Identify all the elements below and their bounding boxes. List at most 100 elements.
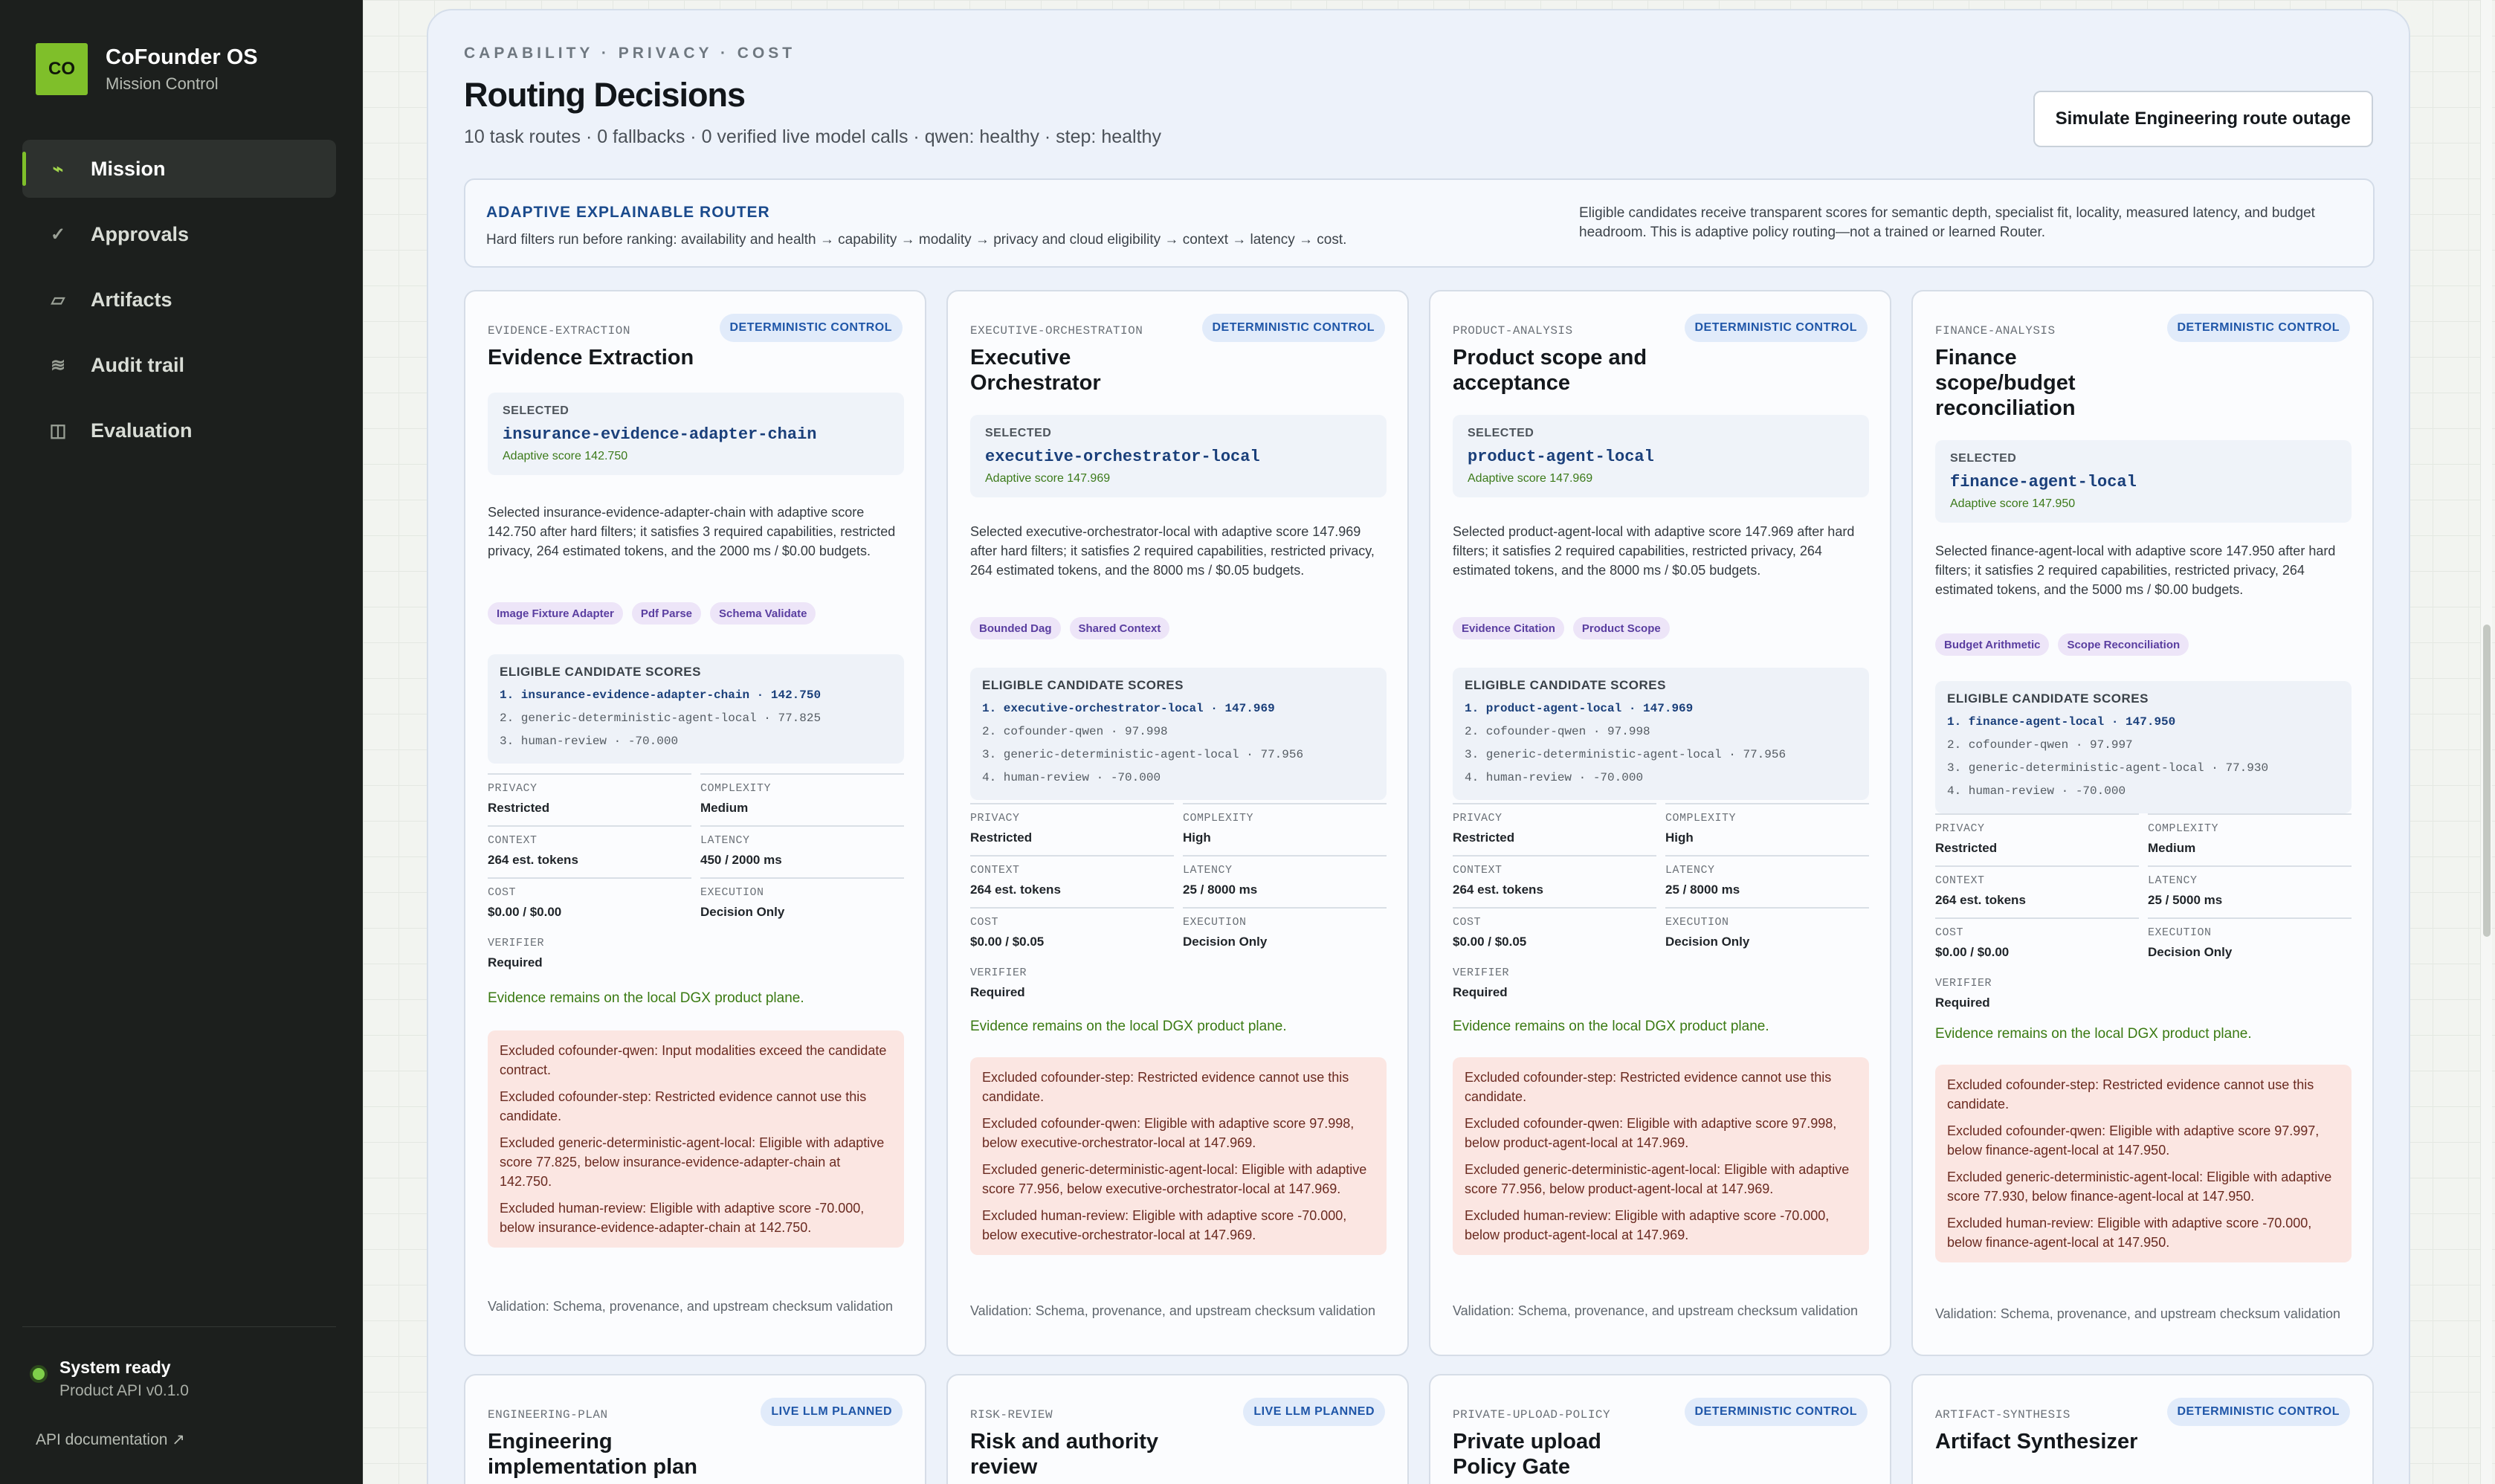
metric-key: LATENCY: [1665, 864, 1715, 877]
excluded-row: Excluded cofounder-qwen: Input modalitie…: [500, 1043, 887, 1077]
sidebar-item-approvals[interactable]: ✓ Approvals: [22, 205, 336, 263]
card-title: Private upload Policy Gate: [1453, 1430, 1601, 1479]
metric-verifier: Required: [488, 955, 543, 970]
brand-subtitle: Mission Control: [106, 74, 219, 93]
metric-key: PRIVACY: [488, 782, 538, 795]
metric-key: VERIFIER: [1453, 967, 1510, 979]
excluded-candidates: Excluded cofounder-step: Restricted evid…: [1453, 1057, 1869, 1255]
control-badge: DETERMINISTIC CONTROL: [2166, 314, 2350, 342]
excluded-row: Excluded human-review: Eligible with ada…: [500, 1201, 865, 1235]
route-card-risk-review: RISK-REVIEW LIVE LLM PLANNED Risk and au…: [946, 1374, 1409, 1484]
metric-key: COST: [488, 886, 517, 899]
capability-chip: Shared Context: [1069, 617, 1170, 639]
card-title: Artifact Synthesizer: [1935, 1430, 2138, 1454]
metric-cost: $0.00 / $0.00: [1935, 945, 2010, 959]
selected-box: SELECTED finance-agent-local Adaptive sc…: [1935, 440, 2352, 523]
eligible-row: 4. human-review · -70.000: [982, 771, 1161, 784]
metric-key: LATENCY: [700, 834, 750, 847]
control-badge: DETERMINISTIC CONTROL: [719, 314, 903, 342]
eligible-row: 3. generic-deterministic-agent-local · 7…: [1947, 761, 2269, 775]
metric-verifier: Required: [970, 985, 1025, 999]
eligible-row: 1. finance-agent-local · 147.950: [1947, 715, 2176, 729]
panel-eyebrow: CAPABILITY · PRIVACY · COST: [464, 45, 796, 62]
capability-chip: Budget Arithmetic: [1935, 633, 2050, 656]
selected-label: SELECTED: [1950, 452, 2017, 465]
metric-latency: 25 / 8000 ms: [1665, 883, 1740, 897]
card-title: Executive Orchestrator: [970, 346, 1101, 395]
eligible-row: 4. human-review · -70.000: [1465, 771, 1644, 784]
adaptive-router-text: Hard filters run before ranking: availab…: [486, 232, 1347, 248]
metric-key: CONTEXT: [488, 834, 538, 847]
eligible-scores: ELIGIBLE CANDIDATE SCORES 1. product-age…: [1453, 668, 1869, 800]
metric-key: LATENCY: [1183, 864, 1233, 877]
sidebar-item-label: Artifacts: [91, 288, 172, 311]
sidebar-item-audit-trail[interactable]: ≋ Audit trail: [22, 336, 336, 394]
selected-route: executive-orchestrator-local: [985, 448, 1260, 466]
control-badge: DETERMINISTIC CONTROL: [1684, 1398, 1868, 1426]
eligible-row: 1. insurance-evidence-adapter-chain · 14…: [500, 688, 822, 702]
artifact-icon: ▱: [51, 289, 65, 310]
adaptive-router-banner: ADAPTIVE EXPLAINABLE ROUTER Hard filters…: [464, 178, 2375, 268]
capability-chips: Budget Arithmetic Scope Reconciliation: [1935, 633, 2189, 656]
selected-box: SELECTED insurance-evidence-adapter-chai…: [488, 393, 904, 475]
route-description: Selected finance-agent-local with adapti…: [1935, 543, 2336, 597]
excluded-row: Excluded human-review: Eligible with ada…: [1465, 1208, 1830, 1242]
sidebar-item-label: Approvals: [91, 222, 190, 245]
sidebar-item-label: Audit trail: [91, 353, 184, 376]
sidebar-item-label: Evaluation: [91, 419, 193, 442]
privacy-note: Evidence remains on the local DGX produc…: [1935, 1026, 2252, 1042]
metric-key: COMPLEXITY: [700, 782, 772, 795]
selected-route: finance-agent-local: [1950, 473, 2137, 491]
sidebar-item-evaluation[interactable]: ◫ Evaluation: [22, 401, 336, 459]
metric-key: COST: [1935, 926, 1964, 939]
selected-box: SELECTED product-agent-local Adaptive sc…: [1453, 415, 1869, 497]
routing-decisions-panel: CAPABILITY · PRIVACY · COST Routing Deci…: [427, 9, 2410, 1484]
scrollbar[interactable]: [2480, 0, 2492, 1484]
excluded-row: Excluded cofounder-step: Restricted evid…: [982, 1070, 1349, 1104]
metric-complexity: High: [1665, 830, 1694, 845]
metric-key: COMPLEXITY: [2148, 822, 2219, 835]
task-id: EVIDENCE-EXTRACTION: [488, 324, 630, 338]
eligible-row: 2. cofounder-qwen · 97.998: [982, 725, 1168, 738]
eligible-scores: ELIGIBLE CANDIDATE SCORES 1. executive-o…: [970, 668, 1387, 800]
privacy-note: Evidence remains on the local DGX produc…: [488, 990, 804, 1006]
selected-label: SELECTED: [985, 427, 1052, 439]
sidebar-item-artifacts[interactable]: ▱ Artifacts: [22, 271, 336, 329]
route-metrics: PRIVACY Restricted COMPLEXITY High CONTEXT…: [970, 803, 1387, 1011]
metric-execution: Decision Only: [1665, 935, 1750, 949]
excluded-row: Excluded generic-deterministic-agent-loc…: [1947, 1170, 2332, 1204]
status-title: System ready: [59, 1358, 171, 1377]
validation-note: Validation: Schema, provenance, and upst…: [1935, 1306, 2340, 1321]
metric-verifier: Required: [1453, 985, 1508, 999]
scrollbar-thumb[interactable]: [2483, 625, 2491, 937]
eligible-label: ELIGIBLE CANDIDATE SCORES: [1947, 691, 2149, 706]
metric-key: PRIVACY: [1453, 812, 1503, 825]
metric-cost: $0.00 / $0.05: [970, 935, 1045, 949]
metric-key: CONTEXT: [1935, 874, 1985, 887]
excluded-row: Excluded cofounder-qwen: Eligible with a…: [982, 1116, 1355, 1150]
sidebar-divider: [22, 1326, 336, 1327]
sidebar-item-mission[interactable]: ⌁ Mission: [22, 140, 336, 198]
route-card-private-upload-policy: PRIVATE-UPLOAD-POLICY DETERMINISTIC CONT…: [1429, 1374, 1891, 1484]
capability-chip: Image Fixture Adapter: [488, 602, 623, 625]
metric-key: VERIFIER: [970, 967, 1027, 979]
control-badge: DETERMINISTIC CONTROL: [2166, 1398, 2350, 1426]
capability-chip: Scope Reconciliation: [2058, 633, 2189, 656]
eligible-label: ELIGIBLE CANDIDATE SCORES: [1465, 678, 1666, 692]
metric-complexity: High: [1183, 830, 1211, 845]
metric-privacy: Restricted: [970, 830, 1033, 845]
metric-verifier: Required: [1935, 996, 1990, 1010]
metric-execution: Decision Only: [2148, 945, 2233, 959]
adaptive-router-title: ADAPTIVE EXPLAINABLE ROUTER: [486, 204, 770, 221]
task-id: RISK-REVIEW: [970, 1408, 1053, 1422]
capability-chips: Bounded Dag Shared Context: [970, 617, 1170, 639]
metric-key: PRIVACY: [1935, 822, 1985, 835]
eligible-row: 3. generic-deterministic-agent-local · 7…: [982, 748, 1304, 761]
capability-chip: Product Scope: [1572, 617, 1670, 639]
metric-context: 264 est. tokens: [1453, 883, 1543, 897]
card-title: Finance scope/budget reconciliation: [1935, 346, 2076, 420]
selected-route: insurance-evidence-adapter-chain: [503, 425, 817, 444]
api-documentation-link[interactable]: API documentation ↗: [36, 1430, 185, 1449]
simulate-outage-button[interactable]: Simulate Engineering route outage: [2033, 91, 2373, 147]
brand[interactable]: CO CoFounder OS Mission Control: [36, 43, 258, 95]
